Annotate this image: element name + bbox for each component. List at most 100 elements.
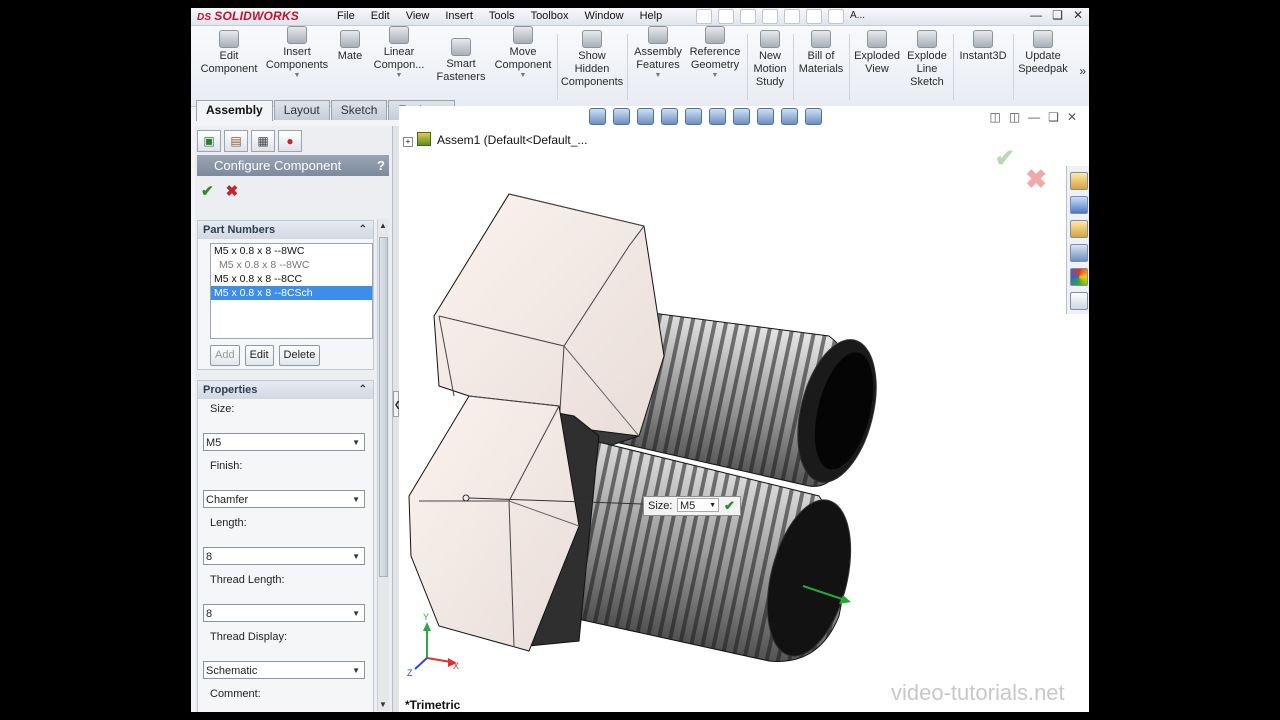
bolt-model[interactable]: Y X Z bbox=[399, 106, 1089, 712]
rebuild-icon[interactable] bbox=[806, 9, 822, 24]
options-icon[interactable] bbox=[828, 9, 844, 24]
delete-button[interactable]: Delete bbox=[278, 345, 321, 366]
design-library-icon[interactable] bbox=[1070, 196, 1088, 214]
part-numbers-header[interactable]: Part Numbers ⌃ bbox=[198, 221, 373, 239]
scroll-down-icon[interactable]: ▼ bbox=[379, 700, 387, 709]
triad-z-label: Z bbox=[407, 668, 413, 678]
speedpak-icon bbox=[1033, 30, 1053, 48]
menu-tools[interactable]: Tools bbox=[481, 9, 523, 23]
list-item[interactable]: M5 x 0.8 x 8 --8CC bbox=[211, 272, 372, 286]
exploded-view-button[interactable]: Exploded View bbox=[851, 26, 903, 106]
panel-scrollbar[interactable]: ▲ ▼ bbox=[377, 219, 389, 711]
custom-properties-icon[interactable] bbox=[1070, 292, 1088, 310]
solidworks-logo[interactable]: DS SOLIDWORKS bbox=[197, 9, 299, 23]
menu-toolbox[interactable]: Toolbox bbox=[523, 9, 577, 23]
instant3d-button[interactable]: Instant3D bbox=[955, 26, 1011, 106]
select-icon[interactable] bbox=[784, 9, 800, 24]
properties-header[interactable]: Properties ⌃ bbox=[198, 381, 373, 399]
view-palette-icon[interactable] bbox=[1070, 244, 1088, 262]
new-motion-study-button[interactable]: New Motion Study bbox=[749, 26, 791, 106]
scroll-up-icon[interactable]: ▲ bbox=[379, 221, 387, 230]
explode-line-sketch-button[interactable]: Explode Line Sketch bbox=[903, 26, 951, 106]
tab-assembly[interactable]: Assembly bbox=[196, 100, 273, 121]
mate-button[interactable]: Mate bbox=[333, 26, 367, 106]
minimize-icon[interactable]: — bbox=[1030, 8, 1042, 22]
mate-icon bbox=[340, 30, 360, 48]
menu-insert[interactable]: Insert bbox=[437, 9, 481, 23]
thread-length-select[interactable]: 8 ▼ bbox=[203, 604, 365, 622]
property-manager-panel: ▣ ▤ ▦ ● Configure Component ? ✔ ✖ Part N… bbox=[195, 126, 393, 712]
linear-component-pattern-button[interactable]: Linear Compon... ▼ bbox=[369, 26, 429, 106]
tab-sketch[interactable]: Sketch bbox=[330, 100, 388, 120]
close-icon[interactable]: ✕ bbox=[1073, 8, 1083, 22]
quick-access-toolbar: A... bbox=[696, 9, 869, 24]
length-select[interactable]: 8 ▼ bbox=[203, 547, 365, 565]
chevron-down-icon[interactable]: ▼ bbox=[369, 72, 429, 80]
menu-edit[interactable]: Edit bbox=[363, 9, 398, 23]
home-icon[interactable] bbox=[1070, 172, 1088, 190]
smart-fasteners-button[interactable]: Smart Fasteners bbox=[431, 26, 491, 106]
undo-icon[interactable] bbox=[762, 9, 778, 24]
size-select[interactable]: M5 ▼ bbox=[203, 433, 365, 451]
show-hidden-components-button[interactable]: Show Hidden Components bbox=[559, 26, 625, 106]
chevron-down-icon[interactable]: ▼ bbox=[687, 72, 743, 80]
chevron-down-icon: ▼ bbox=[352, 438, 360, 447]
display-manager-tab-icon[interactable]: ● bbox=[278, 130, 302, 152]
property-manager-tab-icon[interactable]: ▤ bbox=[224, 130, 248, 152]
configuration-manager-tab-icon[interactable]: ▦ bbox=[251, 130, 275, 152]
insert-components-button[interactable]: Insert Components ▼ bbox=[263, 26, 331, 106]
help-icon[interactable]: ? bbox=[377, 155, 385, 176]
callout-ok-icon[interactable]: ✔ bbox=[724, 497, 735, 515]
restore-icon[interactable]: ❑ bbox=[1052, 8, 1063, 22]
open-icon[interactable] bbox=[718, 9, 734, 24]
menu-window[interactable]: Window bbox=[576, 9, 631, 23]
list-item-selected[interactable]: M5 x 0.8 x 8 --8CSch bbox=[211, 286, 372, 300]
view-orientation-label: *Trimetric bbox=[405, 698, 461, 712]
bill-of-materials-button[interactable]: Bill of Materials bbox=[795, 26, 847, 106]
search-knowledge-base[interactable]: A... bbox=[850, 9, 865, 22]
toolbar-divider bbox=[849, 34, 850, 100]
chevron-down-icon: ▼ bbox=[352, 609, 360, 618]
menu-help[interactable]: Help bbox=[632, 9, 671, 23]
finish-select[interactable]: Chamfer ▼ bbox=[203, 490, 365, 508]
assembly-features-button[interactable]: Assembly Features ▼ bbox=[631, 26, 685, 106]
size-callout[interactable]: Size: M5 ▼ ✔ bbox=[643, 496, 741, 516]
cancel-x-icon[interactable]: ✖ bbox=[226, 182, 239, 200]
list-item[interactable]: M5 x 0.8 x 8 --8WC bbox=[211, 244, 372, 258]
collapse-icon[interactable]: ⌃ bbox=[359, 221, 367, 239]
file-explorer-icon[interactable] bbox=[1070, 220, 1088, 238]
new-icon[interactable] bbox=[696, 9, 712, 24]
motion-study-icon bbox=[760, 30, 780, 48]
chevron-down-icon[interactable]: ▼ bbox=[631, 72, 685, 80]
properties-group: Properties ⌃ Size: M5 ▼ Finish: Chamfer ▼ … bbox=[197, 380, 374, 712]
edit-button[interactable]: Edit bbox=[244, 345, 274, 366]
appearances-icon[interactable] bbox=[1070, 268, 1088, 286]
chevron-down-icon[interactable]: ▼ bbox=[263, 72, 331, 80]
scrollbar-thumb[interactable] bbox=[379, 237, 388, 577]
exploded-view-icon bbox=[867, 30, 887, 48]
update-speedpak-button[interactable]: Update Speedpak bbox=[1015, 26, 1071, 106]
tab-layout[interactable]: Layout bbox=[273, 100, 330, 120]
toolbar-divider bbox=[557, 34, 558, 100]
graphics-area[interactable]: ◫ ◫ — ❑ ✕ + Assem1 (Default<Default_... ✔… bbox=[399, 106, 1089, 712]
menu-file[interactable]: File bbox=[329, 9, 363, 23]
feature-manager-tab-icon[interactable]: ▣ bbox=[197, 130, 221, 152]
task-pane-tabs bbox=[1066, 166, 1089, 314]
callout-size-select[interactable]: M5 ▼ bbox=[677, 498, 719, 512]
ok-check-icon[interactable]: ✔ bbox=[201, 182, 214, 200]
move-component-button[interactable]: Move Component ▼ bbox=[491, 26, 555, 106]
part-numbers-list[interactable]: M5 x 0.8 x 8 --8WC M5 x 0.8 x 8 --8WC M5… bbox=[210, 243, 373, 339]
menu-view[interactable]: View bbox=[398, 9, 438, 23]
more-commands-icon[interactable]: » bbox=[1079, 64, 1086, 78]
chevron-down-icon[interactable]: ▼ bbox=[491, 72, 555, 80]
reference-geometry-button[interactable]: Reference Geometry ▼ bbox=[687, 26, 743, 106]
collapse-icon[interactable]: ⌃ bbox=[359, 381, 367, 399]
save-icon[interactable] bbox=[740, 9, 756, 24]
add-button[interactable]: Add bbox=[210, 345, 240, 366]
manager-tabs: ▣ ▤ ▦ ● bbox=[197, 130, 302, 152]
show-hidden-icon bbox=[582, 30, 602, 48]
edit-component-button[interactable]: Edit Component bbox=[197, 26, 261, 106]
thread-display-select[interactable]: Schematic ▼ bbox=[203, 661, 365, 679]
list-item[interactable]: M5 x 0.8 x 8 --8WC bbox=[211, 258, 372, 272]
bill-of-materials-icon bbox=[811, 30, 831, 48]
